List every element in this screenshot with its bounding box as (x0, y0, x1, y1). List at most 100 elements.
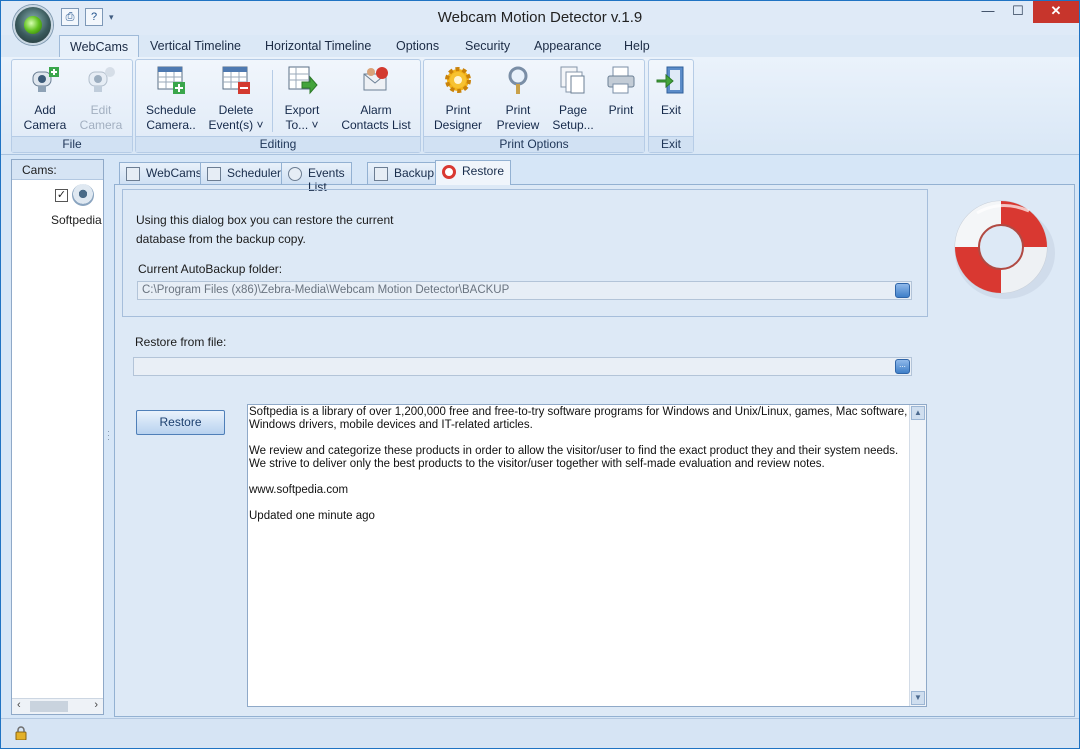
ribbon-group-print-options-label: Print Options (424, 136, 644, 152)
tab-events-list[interactable]: Events List (281, 162, 352, 194)
delete-label-2: Event(s) ˅ (208, 118, 264, 132)
title-bar: ⎙ ? ▾ Webcam Motion Detector v.1.9 — ☐ ✕ (1, 1, 1079, 45)
ribbon-tab-appearance[interactable]: Appearance (534, 39, 601, 53)
minimize-button[interactable]: — (973, 1, 1003, 23)
delete-label-1: Delete (218, 103, 254, 117)
camera-name[interactable]: Softpedia (51, 213, 102, 227)
memo-paragraph-4: Updated one minute ago (249, 510, 375, 522)
ribbon-group-exit-label: Exit (649, 136, 693, 152)
export-to-button[interactable]: Export To... ˅ (276, 64, 328, 133)
page-setup-button[interactable]: Page Setup... (548, 64, 598, 133)
scroll-down-icon[interactable]: ▼ (911, 691, 925, 705)
delete-events-button[interactable]: Delete Event(s) ˅ (204, 64, 268, 133)
alarm-label-2: Contacts List (341, 118, 411, 132)
camera-checkbox[interactable]: ✓ (55, 189, 68, 202)
autobackup-browse-button[interactable] (895, 283, 910, 298)
cams-hscrollbar[interactable]: ‹ › (12, 698, 103, 714)
print-preview-label-2: Preview (496, 118, 540, 132)
lifebuoy-tab-icon (442, 165, 456, 179)
ribbon-tab-options[interactable]: Options (396, 39, 439, 53)
tab-backup[interactable]: Backup (367, 162, 442, 184)
memo-vscrollbar[interactable]: ▲ ▼ (909, 405, 926, 706)
export-label-1: Export (284, 103, 320, 117)
page-setup-label-1: Page (558, 103, 588, 117)
events-list-icon (288, 167, 302, 181)
print-button[interactable]: Print (600, 64, 642, 118)
restore-file-field[interactable] (133, 357, 912, 376)
cams-panel: Cams: ✓ Softpedia ‹ › (11, 159, 104, 715)
scroll-right-icon[interactable]: › (94, 699, 98, 711)
alarm-label-1: Alarm (360, 103, 392, 117)
ribbon-group-file-label: File (12, 136, 132, 152)
exit-door-icon (656, 66, 684, 94)
restore-intro-line1: Using this dialog box you can restore th… (136, 213, 394, 227)
ribbon-group-editing: Schedule Camera.. Delete Event(s) ˅ Expo… (135, 59, 421, 153)
calendar-icon (207, 167, 221, 181)
print-designer-label-1: Print (445, 103, 471, 117)
print-preview-button[interactable]: Print Preview (490, 64, 546, 133)
add-camera-label-1: Add (34, 103, 56, 117)
scroll-thumb[interactable] (30, 701, 68, 712)
page-setup-icon (560, 66, 585, 94)
ribbon-tab-vertical-timeline[interactable]: Vertical Timeline (150, 39, 241, 53)
add-camera-label-2: Camera (23, 118, 67, 132)
ribbon-tab-security[interactable]: Security (465, 39, 510, 53)
memo-paragraph-2: We review and categorize these products … (249, 445, 899, 470)
panel-splitter[interactable]: · · · (106, 159, 112, 715)
autobackup-folder-field: C:\Program Files (x86)\Zebra-Media\Webca… (137, 281, 912, 300)
ribbon-tab-horizontal-timeline[interactable]: Horizontal Timeline (265, 39, 371, 53)
print-designer-button[interactable]: Print Designer (430, 64, 486, 133)
ribbon-separator (272, 70, 273, 132)
add-camera-icon (32, 67, 59, 92)
page-setup-label-2: Setup... (552, 118, 594, 132)
scroll-left-icon[interactable]: ‹ (17, 699, 21, 711)
schedule-icon (157, 66, 185, 94)
autobackup-label: Current AutoBackup folder: (138, 262, 283, 276)
tab-scheduler-label: Scheduler (227, 166, 282, 180)
tab-webcams-label: WebCams (146, 166, 202, 180)
memo-paragraph-3: www.softpedia.com (249, 484, 349, 496)
scroll-up-icon[interactable]: ▲ (911, 406, 925, 420)
edit-camera-icon (88, 67, 115, 92)
edit-camera-button[interactable]: Edit Camera (72, 64, 130, 133)
memo-paragraph-1: Softpedia is a library of over 1,200,000… (249, 406, 908, 431)
ribbon-tab-help[interactable]: Help (624, 39, 650, 53)
close-button[interactable]: ✕ (1033, 1, 1079, 23)
window-controls: — ☐ ✕ (973, 1, 1079, 23)
exit-label: Exit (660, 103, 681, 117)
print-label: Print (608, 103, 634, 117)
edit-camera-label-1: Edit (90, 103, 112, 117)
tab-restore[interactable]: Restore (435, 160, 512, 185)
tab-webcams[interactable]: WebCams (119, 162, 209, 184)
ribbon-tab-webcams[interactable]: WebCams (59, 35, 140, 58)
webcam-tab-icon (126, 167, 140, 181)
alarm-contacts-icon (363, 67, 388, 91)
export-icon (288, 66, 318, 95)
info-memo[interactable]: Softpedia is a library of over 1,200,000… (247, 404, 927, 707)
app-menu-button[interactable] (13, 5, 53, 45)
ribbon-tab-bar: WebCams Vertical Timeline Horizontal Tim… (1, 35, 1079, 58)
schedule-label-2: Camera.. (146, 118, 196, 132)
restore-button[interactable]: Restore (136, 410, 225, 435)
lifebuoy-icon (954, 200, 1055, 299)
restore-file-browse-button[interactable]: ... (895, 359, 910, 374)
webcam-icon[interactable] (72, 184, 94, 206)
schedule-camera-button[interactable]: Schedule Camera.. (142, 64, 200, 133)
maximize-button[interactable]: ☐ (1003, 1, 1033, 23)
tab-scheduler[interactable]: Scheduler (200, 162, 289, 184)
ribbon: Add Camera Edit Camera File Schedule Cam… (1, 57, 1079, 155)
backup-icon (374, 167, 388, 181)
restore-intro-line2: database from the backup copy. (136, 232, 306, 246)
add-camera-button[interactable]: Add Camera (16, 64, 74, 133)
window-title: Webcam Motion Detector v.1.9 (437, 9, 643, 26)
ribbon-group-file: Add Camera Edit Camera File (11, 59, 133, 153)
exit-button[interactable]: Exit (652, 64, 690, 118)
gear-icon (445, 67, 471, 93)
ribbon-group-exit: Exit Exit (648, 59, 694, 153)
ribbon-group-print-options: Print Designer Print Preview Page Setup.… (423, 59, 645, 153)
ribbon-group-editing-label: Editing (136, 136, 420, 152)
restore-from-file-label: Restore from file: (135, 335, 227, 349)
status-bar (1, 718, 1079, 748)
print-designer-label-2: Designer (433, 118, 483, 132)
alarm-contacts-button[interactable]: Alarm Contacts List (336, 64, 416, 133)
